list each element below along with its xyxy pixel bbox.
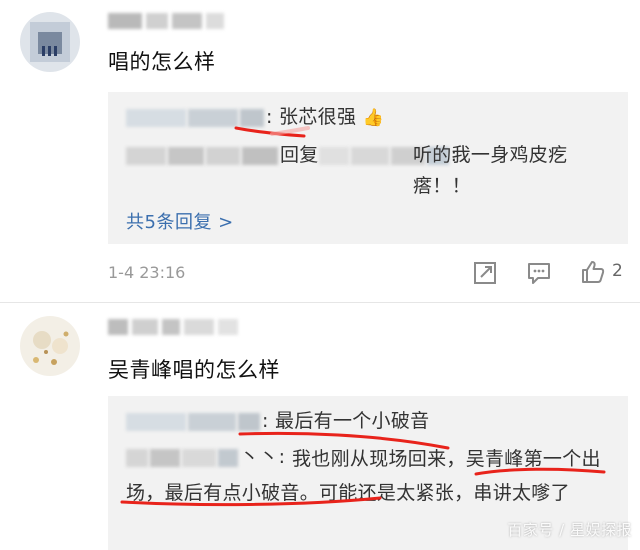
comment-icon[interactable] [526, 260, 552, 286]
reply-line: : 张芯很强 👍 [126, 102, 384, 129]
username[interactable] [108, 316, 238, 338]
reply-separator: : [262, 410, 269, 432]
comment-text: 吴青峰唱的怎么样 [108, 358, 280, 382]
like-count: 2 [612, 261, 623, 281]
divider [0, 302, 640, 303]
reply-line: : 最后有一个小破音 [126, 406, 429, 433]
avatar[interactable] [20, 12, 80, 72]
reply-target-username[interactable] [318, 146, 349, 165]
reply-username[interactable] [126, 146, 166, 165]
comment-text: 唱的怎么样 [108, 50, 216, 74]
avatar[interactable] [20, 316, 80, 376]
username[interactable] [108, 10, 224, 32]
comment-list: 唱的怎么样 : 张芯很强 👍 回复: 听的我一身鸡皮疙瘩！！ 共5条回复 > 1… [0, 0, 640, 550]
watermark: 百家号 / 星娱探报 [507, 521, 632, 539]
comment-item: 唱的怎么样 : 张芯很强 👍 回复: 听的我一身鸡皮疙瘩！！ 共5条回复 > 1… [0, 0, 640, 300]
reply-separator: : [266, 106, 273, 128]
avatar-image [20, 316, 80, 376]
reply-text: 我也刚从现场回来，吴青峰第一个出场，最后有点小破音。可能还是太紧张，串讲太嗲了 [126, 448, 601, 504]
comment-timestamp: 1-4 23:16 [108, 263, 186, 282]
more-replies-link[interactable]: 共5条回复 > [126, 208, 234, 234]
comment-item: 吴青峰唱的怎么样 : 最后有一个小破音 丶丶: 我也刚从现场回来，吴青峰第一个出… [0, 304, 640, 550]
reply-username[interactable] [126, 108, 186, 127]
share-icon[interactable] [472, 260, 498, 286]
thumbs-up-emoji: 👍 [362, 108, 385, 128]
reply-box[interactable]: : 张芯很强 👍 回复: 听的我一身鸡皮疙瘩！！ 共5条回复 > [108, 92, 628, 244]
reply-to-label: 回复 [280, 144, 319, 166]
avatar-image [20, 12, 80, 72]
reply-text: 最后有一个小破音 [275, 410, 430, 432]
thumb-up-icon[interactable] [580, 259, 606, 285]
reply-text: 张芯很强 [279, 106, 357, 128]
reply-text: 听的我一身鸡皮疙瘩！！ [413, 144, 568, 197]
reply-line: 回复: [126, 140, 457, 167]
reply-username[interactable] [126, 412, 186, 431]
